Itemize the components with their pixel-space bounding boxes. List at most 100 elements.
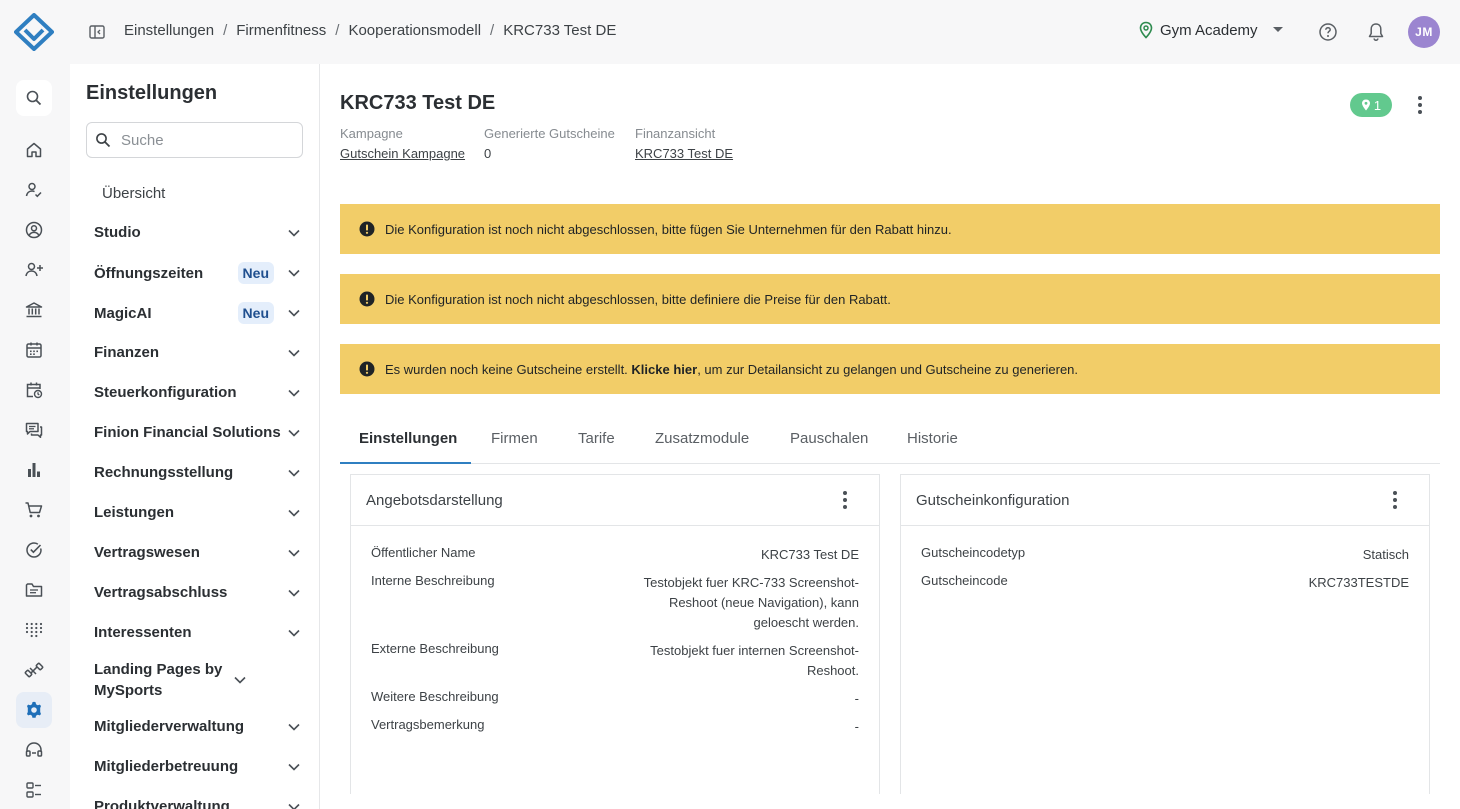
chevron-down-icon [288,509,300,517]
campaign-link[interactable]: Gutschein Kampagne [340,146,465,161]
more-options-icon[interactable] [837,489,853,511]
alert-text: Die Konfiguration ist noch nicht abgesch… [385,291,891,307]
search-icon [96,133,111,148]
sidebar-item-magicai[interactable]: MagicAI Neu [94,302,304,324]
dot-grid-icon[interactable] [16,612,52,648]
sidebar-item-mitgliederverwaltung[interactable]: Mitgliederverwaltung [94,716,304,737]
tab-zusatzmodule[interactable]: Zusatzmodule [655,430,749,447]
documents-folder-icon[interactable] [16,572,52,608]
detail-value: Testobjekt fuer KRC-733 Screenshot-Resho… [643,575,859,630]
sidebar-item-label: Mitgliederverwaltung [94,718,245,735]
chevron-down-icon [288,309,300,317]
breadcrumb-item[interactable]: Firmenfitness [236,22,326,39]
breadcrumb: Einstellungen / Firmenfitness / Kooperat… [124,22,616,39]
sidebar-item-oeffnungszeiten[interactable]: Öffnungszeiten Neu [94,262,304,284]
bank-icon[interactable] [16,292,52,328]
sidebar-item-finion[interactable]: Finion Financial Solutions [94,422,304,443]
breadcrumb-item[interactable]: Einstellungen [124,22,214,39]
new-badge: Neu [237,302,274,324]
home-icon[interactable] [16,132,52,168]
detail-value: KRC733TESTDE [1308,575,1409,590]
location-count: 1 [1373,97,1382,113]
more-options-icon[interactable] [1387,489,1403,511]
chevron-down-icon [288,349,300,357]
rail-search-icon[interactable] [16,80,52,116]
sidebar-item-label: Rechnungsstellung [94,464,234,481]
app-logo-icon[interactable] [14,13,54,51]
settings-search-field[interactable] [86,122,303,158]
tab-tarife[interactable]: Tarife [578,430,615,447]
sidebar-item-leistungen[interactable]: Leistungen [94,502,304,523]
warning-alert: Die Konfiguration ist noch nicht abgesch… [340,274,1440,324]
sidebar-item-vertragsabschluss[interactable]: Vertragsabschluss [94,582,304,603]
chevron-down-icon [288,229,300,237]
statistics-icon[interactable] [16,452,52,488]
offer-presentation-card: Angebotsdarstellung Öffentlicher Name KR… [350,474,880,794]
sidebar-item-label: Steuerkonfiguration [94,384,237,401]
calendar-clock-icon[interactable] [16,372,52,408]
studio-name: Gym Academy [1160,21,1258,39]
sidebar-item-label: Finanzen [94,344,160,361]
sidebar-item-landing-pages[interactable]: Landing Pages by MySports [94,659,304,701]
sidebar-title: Einstellungen [86,82,218,104]
user-list-icon[interactable] [16,772,52,808]
sidebar-item-produktverwaltung[interactable]: Produktverwaltung [94,796,304,809]
sidebar-item-finanzen[interactable]: Finanzen [94,342,304,363]
detail-value: Statisch [1362,547,1409,562]
messages-icon[interactable] [16,412,52,448]
detail-label: Öffentlicher Name [371,545,476,560]
caret-down-icon [1272,27,1283,32]
sidebar-item-label: Landing Pages by MySports [94,661,223,699]
sidebar-item-studio[interactable]: Studio [94,222,304,243]
tab-pauschalen[interactable]: Pauschalen [790,430,868,447]
sidebar-item-overview[interactable]: Übersicht [102,185,165,202]
meta-campaign: Kampagne Gutschein Kampagne [340,126,465,161]
sidebar-item-label: Finion Financial Solutions [94,424,281,441]
location-pin-icon [1361,99,1370,111]
breadcrumb-separator: / [490,22,495,39]
chevron-down-icon [288,763,300,771]
sidebar-toggle-icon[interactable] [88,23,106,41]
finance-view-link[interactable]: KRC733 Test DE [635,146,733,161]
tab-historie[interactable]: Historie [907,430,958,447]
detail-value: - [854,691,859,706]
tab-firmen[interactable]: Firmen [491,430,538,447]
detail-label: Weitere Beschreibung [371,689,499,704]
member-profile-icon[interactable] [16,212,52,248]
studio-selector[interactable]: Gym Academy [1138,21,1284,39]
sidebar-item-interessenten[interactable]: Interessenten [94,622,304,643]
equipment-icon[interactable] [16,652,52,688]
sidebar-item-mitgliederbetreuung[interactable]: Mitgliederbetreuung [94,756,304,777]
breadcrumb-item[interactable]: Kooperationsmodell [348,22,481,39]
add-lead-icon[interactable] [16,252,52,288]
more-options-icon[interactable] [1412,94,1428,116]
support-headset-icon[interactable] [16,732,52,768]
settings-gear-icon[interactable] [16,692,52,728]
user-avatar[interactable]: JM [1408,16,1440,48]
sidebar-item-rechnungsstellung[interactable]: Rechnungsstellung [94,462,304,483]
tab-einstellungen[interactable]: Einstellungen [359,430,457,447]
alert-text: Es wurden noch keine Gutscheine erstellt… [385,362,1078,377]
chevron-down-icon [288,269,300,277]
checkin-user-icon[interactable] [16,172,52,208]
tasks-check-icon[interactable] [16,532,52,568]
chevron-down-icon [288,723,300,731]
settings-search-input[interactable] [121,131,291,149]
notification-bell-icon[interactable] [1367,22,1385,42]
sidebar-item-steuerkonfiguration[interactable]: Steuerkonfiguration [94,382,304,403]
sidebar-item-label: Produktverwaltung [94,798,230,809]
calendar-icon[interactable] [16,332,52,368]
sidebar-item-vertragswesen[interactable]: Vertragswesen [94,542,304,563]
chevron-down-icon [288,429,300,437]
click-here-link[interactable]: Klicke hier [631,362,697,377]
meta-label: Generierte Gutscheine [484,126,615,141]
location-count-badge[interactable]: 1 [1350,93,1392,117]
detail-label: Vertragsbemerkung [371,717,485,732]
shopping-cart-icon[interactable] [16,492,52,528]
active-tab-indicator [340,462,471,464]
card-header: Gutscheinkonfiguration [901,475,1429,526]
help-icon[interactable] [1318,22,1338,42]
breadcrumb-separator: / [223,22,228,39]
main-content: KRC733 Test DE 1 Kampagne Gutschein Kamp… [320,64,1460,809]
alert-text-prefix: Es wurden noch keine Gutscheine erstellt… [385,361,632,377]
